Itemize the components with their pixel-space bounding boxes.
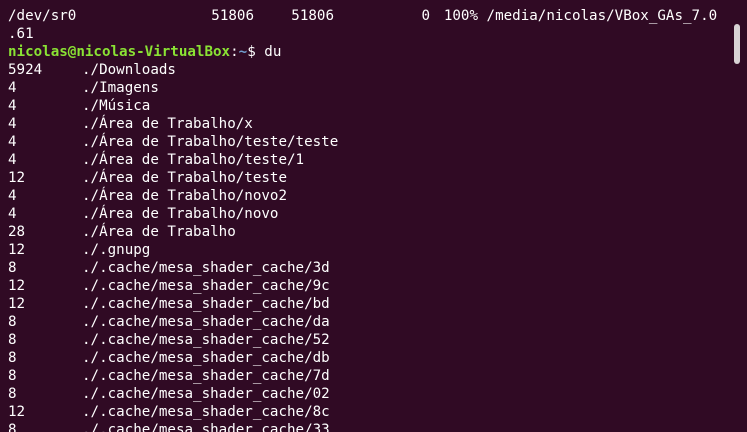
du-size: 12 [8,170,26,186]
du-size: 12 [8,296,26,312]
du-row: 4 ./Área de Trabalho/novo2 [8,187,729,205]
prompt-user-host: nicolas@nicolas-VirtualBox [8,44,231,60]
du-path: ./.gnupg [82,242,151,258]
prompt-line: nicolas@nicolas-VirtualBox:~$ du [8,43,729,61]
terminal-window[interactable]: /dev/sr0 51806 51806 0 100% /media/nicolas/V… [0,0,747,432]
du-row: 12 ./Área de Trabalho/teste [8,169,729,187]
du-row: 8 ./.cache/mesa_shader_cache/52 [8,331,729,349]
du-row: 4 ./Área de Trabalho/teste/1 [8,151,729,169]
du-size: 12 [8,278,26,294]
du-row: 8 ./.cache/mesa_shader_cache/db [8,349,729,367]
du-size: 8 [8,386,17,402]
du-path: ./.cache/mesa_shader_cache/02 [82,386,330,402]
du-row: 12 ./.cache/mesa_shader_cache/8c [8,403,729,421]
df-avail: 0 [421,8,430,24]
prompt-symbol: $ [247,44,265,60]
du-row: 4 ./Área de Trabalho/novo [8,205,729,223]
terminal-output: /dev/sr0 51806 51806 0 100% /media/nicolas/V… [8,7,729,432]
du-path: ./Área de Trabalho/x [82,116,253,132]
du-path: ./.cache/mesa_shader_cache/bd [82,296,330,312]
du-row: 12 ./.cache/mesa_shader_cache/bd [8,295,729,313]
df-used: 51806 [291,8,334,24]
du-row: 12 ./.gnupg [8,241,729,259]
du-size: 5924 [8,62,43,78]
du-size: 28 [8,224,26,240]
df-output-line: /dev/sr0 51806 51806 0 100% /media/nicolas/V… [8,7,729,25]
du-size: 4 [8,206,17,222]
du-size: 8 [8,368,17,384]
du-size: 8 [8,260,17,276]
du-path: ./Área de Trabalho/teste/teste [82,134,339,150]
du-size: 4 [8,80,17,96]
du-row: 4 ./Área de Trabalho/x [8,115,729,133]
du-size: 4 [8,134,17,150]
prompt-command: du [264,44,282,60]
df-output-wrap: .61 [8,26,34,42]
df-size: 51806 [211,8,254,24]
du-path: ./.cache/mesa_shader_cache/3d [82,260,330,276]
du-path: ./Área de Trabalho/teste/1 [82,152,305,168]
du-size: 4 [8,98,17,114]
du-row: 8 ./.cache/mesa_shader_cache/02 [8,385,729,403]
du-size: 12 [8,242,26,258]
du-path: ./.cache/mesa_shader_cache/33 [82,422,330,432]
du-row: 8 ./.cache/mesa_shader_cache/3d [8,259,729,277]
df-use-pct: 100% [443,8,478,24]
du-path: ./.cache/mesa_shader_cache/52 [82,332,330,348]
du-path: ./.cache/mesa_shader_cache/da [82,314,330,330]
du-output: 5924 ./Downloads 4 ./Imagens 4 ./Música 4 ./Áre… [8,61,729,432]
du-row: 12 ./.cache/mesa_shader_cache/9c [8,277,729,295]
du-size: 8 [8,350,17,366]
du-path: ./Área de Trabalho [82,224,236,240]
prompt-separator: : [230,44,239,60]
scrollbar-thumb[interactable] [734,24,740,64]
du-size: 4 [8,152,17,168]
du-path: ./Música [82,98,151,114]
du-path: ./.cache/mesa_shader_cache/db [82,350,330,366]
du-row: 8 ./.cache/mesa_shader_cache/da [8,313,729,331]
du-path: ./Downloads [82,62,176,78]
du-path: ./Área de Trabalho/teste [82,170,287,186]
du-size: 8 [8,332,17,348]
du-path: ./.cache/mesa_shader_cache/8c [82,404,330,420]
du-path: ./Área de Trabalho/novo2 [82,188,287,204]
du-row: 4 ./Imagens [8,79,729,97]
du-path: ./.cache/mesa_shader_cache/9c [82,278,330,294]
du-row: 5924 ./Downloads [8,61,729,79]
du-path: ./Área de Trabalho/novo [82,206,279,222]
du-size: 4 [8,116,17,132]
du-path: ./.cache/mesa_shader_cache/7d [82,368,330,384]
du-path: ./Imagens [82,80,159,96]
du-size: 4 [8,188,17,204]
df-mount: /media/nicolas/VBox_GAs_7.0 [486,8,718,24]
prompt-path: ~ [238,44,248,60]
du-size: 12 [8,404,26,420]
du-row: 4 ./Música [8,97,729,115]
du-row: 8 ./.cache/mesa_shader_cache/33 [8,421,729,432]
du-row: 4 ./Área de Trabalho/teste/teste [8,133,729,151]
du-size: 8 [8,422,17,432]
df-filesystem: /dev/sr0 [8,8,77,24]
du-row: 8 ./.cache/mesa_shader_cache/7d [8,367,729,385]
du-size: 8 [8,314,17,330]
du-row: 28 ./Área de Trabalho [8,223,729,241]
